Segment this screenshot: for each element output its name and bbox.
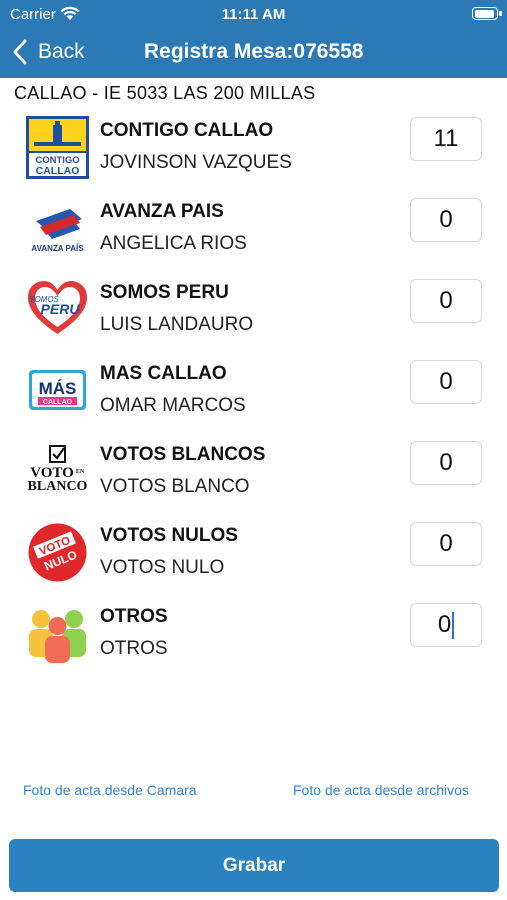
- votes-input[interactable]: 0: [410, 279, 482, 323]
- svg-text:CALLAO: CALLAO: [36, 165, 80, 177]
- photo-from-camera-link[interactable]: Foto de acta desde Camara: [23, 782, 197, 798]
- votes-input[interactable]: 0: [410, 198, 482, 242]
- party-name: OTROS: [100, 606, 168, 627]
- votes-input[interactable]: 0: [410, 360, 482, 404]
- svg-text:PERU: PERU: [41, 301, 81, 317]
- list-item: CONTIGO CALLAO CONTIGO CALLAO JOVINSON V…: [0, 110, 507, 190]
- page-title: Registra Mesa:076558: [144, 40, 364, 63]
- svg-text:BLANCO: BLANCO: [28, 479, 88, 494]
- votes-value: 0: [437, 611, 452, 638]
- party-name: VOTOS NULOS: [100, 525, 238, 546]
- battery-icon: [472, 7, 502, 20]
- candidate-name: ANGELICA RIOS: [100, 233, 247, 254]
- status-bar: Carrier 11:11 AM: [0, 0, 507, 28]
- list-item: MÁS CALLAO MAS CALLAO OMAR MARCOS 0: [0, 353, 507, 433]
- party-name: MAS CALLAO: [100, 363, 227, 384]
- contigo-callao-logo: CONTIGO CALLAO: [26, 116, 89, 179]
- party-name: VOTOS BLANCOS: [100, 444, 266, 465]
- candidate-name: LUIS LANDAURO: [100, 314, 254, 335]
- candidate-name: VOTOS BLANCO: [100, 476, 250, 497]
- back-button[interactable]: Back: [12, 37, 85, 67]
- candidate-name: VOTOS NULO: [100, 557, 225, 578]
- votes-input[interactable]: 0: [410, 522, 482, 566]
- svg-text:CALLAO: CALLAO: [43, 399, 73, 406]
- list-item: VOTO EN BLANCO VOTOS BLANCOS VOTOS BLANC…: [0, 434, 507, 514]
- voto-en-blanco-logo: VOTO EN BLANCO: [26, 440, 89, 503]
- votes-input[interactable]: 0: [410, 441, 482, 485]
- party-name: AVANZA PAIS: [100, 201, 224, 222]
- candidate-name: JOVINSON VAZQUES: [100, 152, 292, 173]
- navigation-bar: Back Registra Mesa:076558: [0, 28, 507, 78]
- mas-callao-logo: MÁS CALLAO: [26, 359, 89, 422]
- candidate-name: OTROS: [100, 638, 168, 659]
- otros-people-icon: [26, 602, 89, 665]
- list-item: OTROS OTROS 0: [0, 596, 507, 676]
- list-item: AVANZA PAÍS AVANZA PAIS ANGELICA RIOS 0: [0, 191, 507, 271]
- text-cursor: [452, 612, 455, 640]
- list-item: SOMOS PERU SOMOS PERU LUIS LANDAURO 0: [0, 272, 507, 352]
- back-label: Back: [38, 40, 85, 63]
- somos-peru-logo: SOMOS PERU: [26, 278, 89, 341]
- svg-text:AVANZA PAÍS: AVANZA PAÍS: [31, 244, 84, 253]
- photo-from-files-link[interactable]: Foto de acta desde archivos: [293, 782, 469, 798]
- votes-input[interactable]: 0: [410, 603, 482, 647]
- party-name: CONTIGO CALLAO: [100, 120, 274, 141]
- avanza-pais-logo: AVANZA PAÍS: [26, 197, 89, 260]
- votes-input[interactable]: 11: [410, 117, 482, 161]
- voto-nulo-logo: VOTO NULO: [26, 521, 89, 584]
- chevron-left-icon: [13, 39, 27, 65]
- save-button[interactable]: Grabar: [9, 839, 499, 892]
- candidate-name: OMAR MARCOS: [100, 395, 246, 416]
- svg-text:EN: EN: [76, 469, 85, 475]
- clock: 11:11 AM: [221, 6, 286, 23]
- svg-text:MÁS: MÁS: [39, 379, 77, 398]
- list-item: VOTO NULO VOTOS NULOS VOTOS NULO 0: [0, 515, 507, 595]
- top-bar: Carrier 11:11 AM Back Registra Mesa:0765…: [0, 0, 507, 78]
- party-name: SOMOS PERU: [100, 282, 229, 303]
- polling-place: CALLAO - IE 5033 LAS 200 MILLAS: [14, 83, 316, 103]
